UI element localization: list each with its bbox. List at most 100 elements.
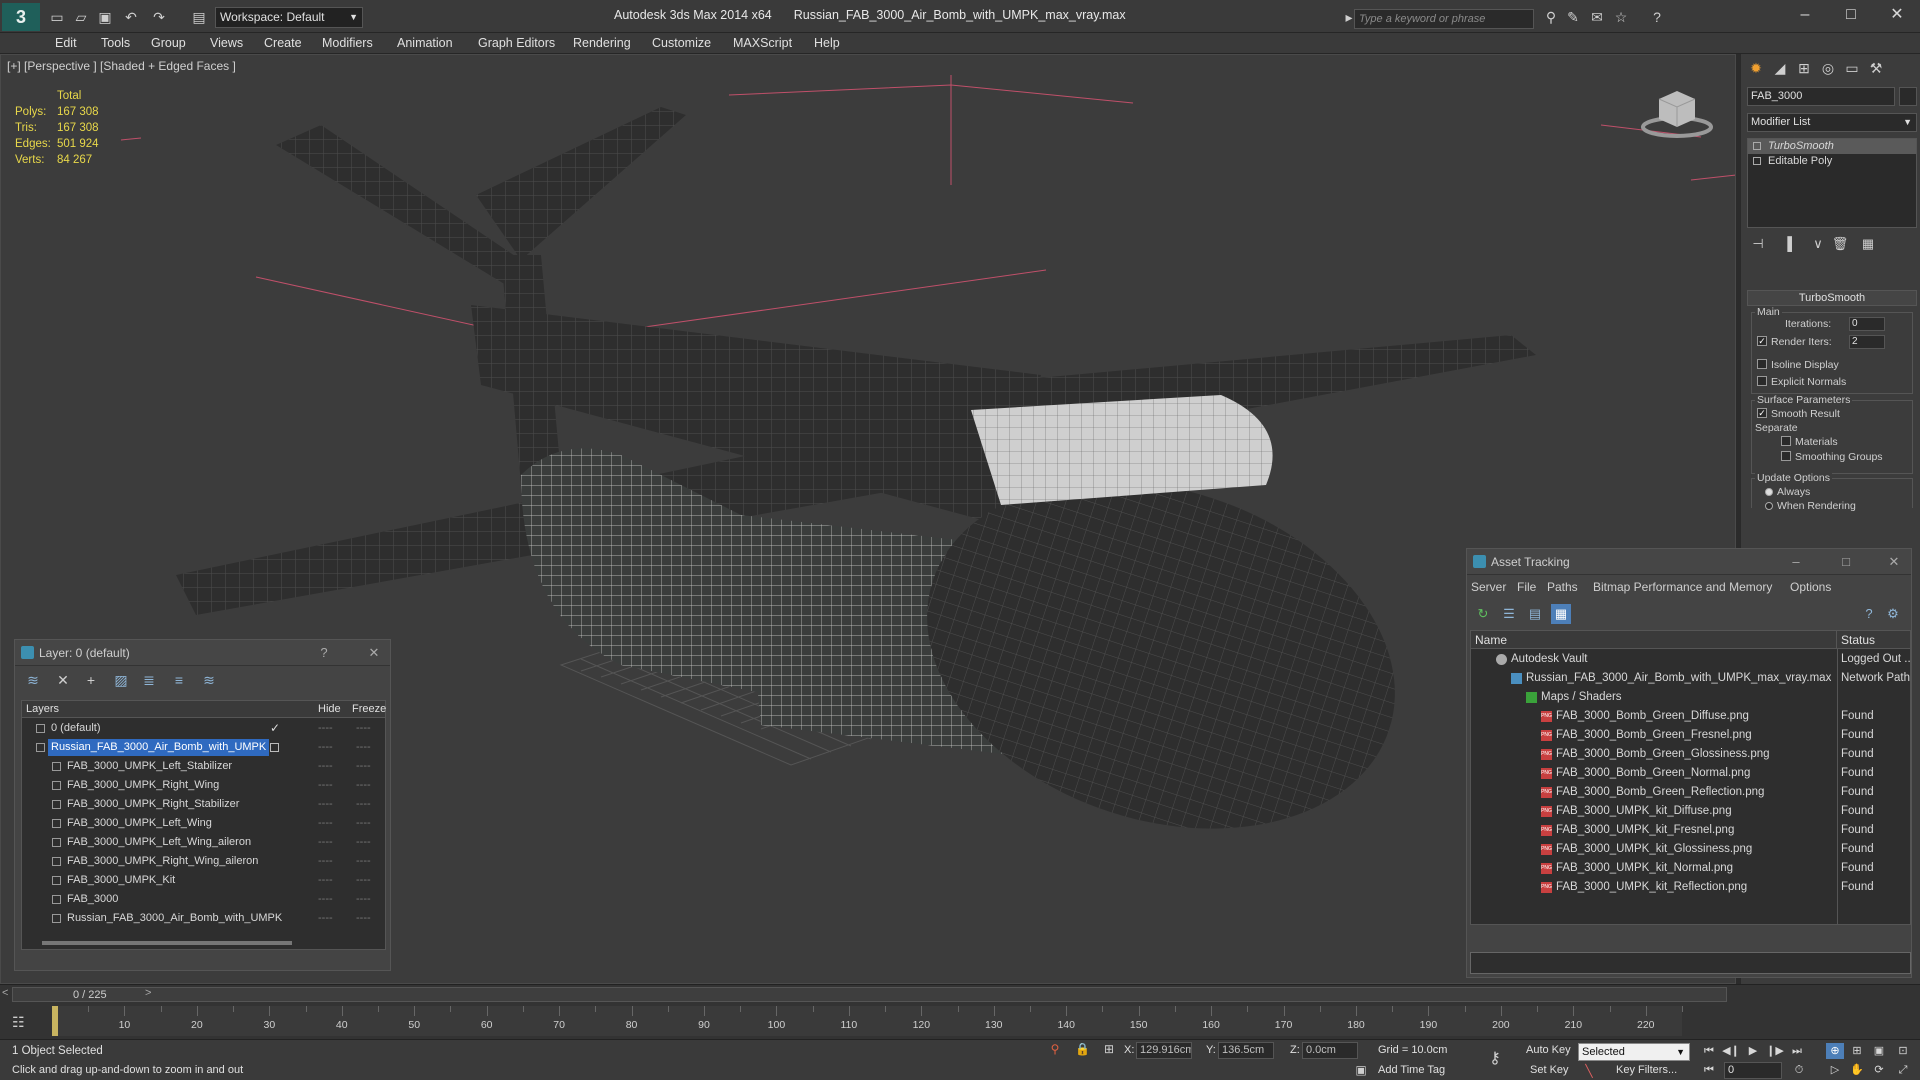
current-frame-field[interactable]: 0 [1724, 1062, 1782, 1079]
col-freeze[interactable]: Freeze [352, 703, 386, 715]
x-coordinate-field[interactable]: 129.916cm [1136, 1042, 1192, 1059]
settings-icon[interactable]: ⚙ [1883, 604, 1903, 624]
undo-icon[interactable]: ↶ [122, 8, 140, 26]
hide-toggle[interactable]: ---- [318, 738, 333, 757]
freeze-toggle[interactable]: ---- [356, 890, 371, 909]
hierarchy-tab-icon[interactable]: ⊞ [1793, 57, 1815, 79]
asset-row[interactable]: PNG FAB_3000_UMPK_kit_Normal.png Found [1471, 859, 1910, 878]
hide-toggle[interactable]: ---- [318, 776, 333, 795]
menu-tools[interactable]: Tools [101, 36, 130, 50]
selection-set-dropdown[interactable]: Selected ▼ [1578, 1043, 1690, 1061]
mini-curve-editor-icon[interactable]: ☷ [12, 1014, 25, 1031]
redo-icon[interactable]: ↷ [150, 8, 168, 26]
close-icon[interactable]: ✕ [1882, 4, 1912, 26]
remove-modifier-icon[interactable]: 🗑 [1831, 236, 1849, 254]
workspace-dropdown[interactable]: Workspace: Default ▼ [215, 7, 363, 28]
render-iters-spinner[interactable]: 2 [1849, 335, 1885, 349]
asset-row[interactable]: Maps / Shaders [1471, 688, 1910, 707]
create-tab-icon[interactable]: ✹ [1745, 57, 1767, 79]
col-hide[interactable]: Hide [318, 703, 341, 715]
menu-rendering[interactable]: Rendering [573, 36, 631, 50]
display-tab-icon[interactable]: ▭ [1841, 57, 1863, 79]
menu-maxscript[interactable]: MAXScript [733, 36, 792, 50]
hide-toggle[interactable]: ---- [318, 814, 333, 833]
minimize-icon[interactable]: – [1790, 4, 1820, 26]
asset-row[interactable]: Russian_FAB_3000_Air_Bomb_with_UMPK_max_… [1471, 669, 1910, 688]
subscription-icon[interactable]: ✎ [1564, 9, 1582, 27]
viewport-label[interactable]: [+] [Perspective ] [Shaded + Edged Faces… [7, 59, 236, 73]
select-in-layer-icon[interactable]: ▨ [111, 672, 131, 690]
layer-name[interactable]: FAB_3000_UMPK_Right_Stabilizer [64, 796, 242, 813]
play-icon[interactable]: ▶ [1744, 1043, 1762, 1059]
active-layer-check-icon[interactable]: ✓ [270, 719, 280, 738]
modifier-list-dropdown[interactable]: Modifier List ▼ [1747, 113, 1917, 132]
menu-options[interactable]: Options [1790, 580, 1831, 594]
zoom-icon[interactable]: ⊕ [1826, 1043, 1844, 1059]
menu-edit[interactable]: Edit [55, 36, 77, 50]
set-key-button[interactable]: Set Key [1530, 1064, 1569, 1076]
z-coordinate-field[interactable]: 0.0cm [1302, 1042, 1358, 1059]
time-tag-icon[interactable]: ▣ [1354, 1063, 1368, 1077]
isoline-display-checkbox[interactable] [1757, 359, 1767, 369]
column-divider[interactable] [1836, 631, 1837, 649]
layer-dialog-titlebar[interactable]: Layer: 0 (default) ? ✕ [15, 640, 390, 666]
pin-stack-icon[interactable]: ⊣ [1749, 236, 1767, 254]
add-time-tag[interactable]: Add Time Tag [1378, 1064, 1445, 1076]
layer-row[interactable]: FAB_3000_UMPK_Left_Stabilizer ---- ---- [22, 757, 385, 776]
col-status[interactable]: Status [1841, 633, 1875, 647]
object-name-field[interactable]: FAB_3000 [1747, 87, 1895, 106]
maximize-icon[interactable]: □ [1836, 4, 1866, 26]
menu-graph-editors[interactable]: Graph Editors [478, 36, 555, 50]
help-icon[interactable]: ? [1648, 9, 1666, 27]
expand-icon[interactable] [1753, 157, 1761, 165]
layer-name[interactable]: FAB_3000_UMPK_Right_Wing [64, 777, 222, 794]
layer-row[interactable]: FAB_3000_UMPK_Right_Stabilizer ---- ---- [22, 795, 385, 814]
smoothing-groups-checkbox[interactable] [1781, 451, 1791, 461]
layer-row[interactable]: FAB_3000_UMPK_Right_Wing ---- ---- [22, 776, 385, 795]
new-file-icon[interactable]: ▭ [48, 8, 66, 26]
freeze-toggle[interactable]: ---- [356, 795, 371, 814]
menu-views[interactable]: Views [210, 36, 243, 50]
freeze-toggle[interactable]: ---- [356, 852, 371, 871]
asset-row[interactable]: PNG FAB_3000_Bomb_Green_Diffuse.png Found [1471, 707, 1910, 726]
goto-end-icon[interactable]: ⏭ [1788, 1043, 1806, 1059]
time-config-icon[interactable]: ⏱ [1790, 1062, 1808, 1078]
layer-name[interactable]: Russian_FAB_3000_Air_Bomb_with_UMPK [48, 739, 270, 756]
layer-manager-icon[interactable]: ≋ [23, 672, 43, 690]
layer-row[interactable]: FAB_3000_UMPK_Right_Wing_aileron ---- ---- [22, 852, 385, 871]
menu-help[interactable]: Help [814, 36, 840, 50]
hide-toggle[interactable]: ---- [318, 890, 333, 909]
freeze-toggle[interactable]: ---- [356, 909, 371, 928]
minimize-icon[interactable]: – [1787, 553, 1805, 571]
zoom-extents-all-icon[interactable]: ⊡ [1894, 1043, 1912, 1059]
project-folder-icon[interactable]: ▤ [190, 8, 208, 26]
close-icon[interactable]: ✕ [1885, 553, 1903, 571]
viewcube-icon[interactable] [1637, 83, 1717, 143]
menu-paths[interactable]: Paths [1547, 580, 1578, 594]
layer-name[interactable]: 0 (default) [48, 720, 104, 737]
freeze-toggle[interactable]: ---- [356, 738, 371, 757]
grid-view-icon[interactable]: ▦ [1551, 604, 1571, 624]
asset-row[interactable]: PNG FAB_3000_Bomb_Green_Normal.png Found [1471, 764, 1910, 783]
layer-name[interactable]: Russian_FAB_3000_Air_Bomb_with_UMPK [64, 910, 285, 927]
field-of-view-icon[interactable]: ▷ [1826, 1062, 1844, 1078]
y-coordinate-field[interactable]: 136.5cm [1218, 1042, 1274, 1059]
track-bar-ruler[interactable]: 10 20 30 40 50 60 70 80 90 100 110 120 130 140 150 160 1… [52, 1006, 1683, 1036]
smooth-result-checkbox[interactable]: ✓ [1757, 408, 1767, 418]
time-slider-track[interactable]: 0 / 225 [12, 987, 1727, 1002]
binoculars-icon[interactable]: ⚲ [1542, 9, 1560, 27]
app-logo-icon[interactable]: 3 [2, 3, 40, 31]
motion-tab-icon[interactable]: ◎ [1817, 57, 1839, 79]
modify-tab-icon[interactable]: ◢ [1769, 57, 1791, 79]
layer-name[interactable]: FAB_3000_UMPK_Left_Stabilizer [64, 758, 235, 775]
iterations-spinner[interactable]: 0 [1849, 317, 1885, 331]
menu-bitmap-performance[interactable]: Bitmap Performance and Memory [1593, 580, 1772, 594]
asset-path-field[interactable] [1470, 952, 1911, 974]
help-button[interactable]: ? [315, 644, 333, 662]
key-filters-button[interactable]: Key Filters... [1616, 1064, 1677, 1076]
layer-row[interactable]: FAB_3000_UMPK_Left_Wing_aileron ---- ---- [22, 833, 385, 852]
maximize-icon[interactable]: □ [1837, 553, 1855, 571]
asset-row[interactable]: PNG FAB_3000_Bomb_Green_Glossiness.png Fou… [1471, 745, 1910, 764]
hide-toggle[interactable]: ---- [318, 833, 333, 852]
hide-toggle[interactable]: ---- [318, 909, 333, 928]
